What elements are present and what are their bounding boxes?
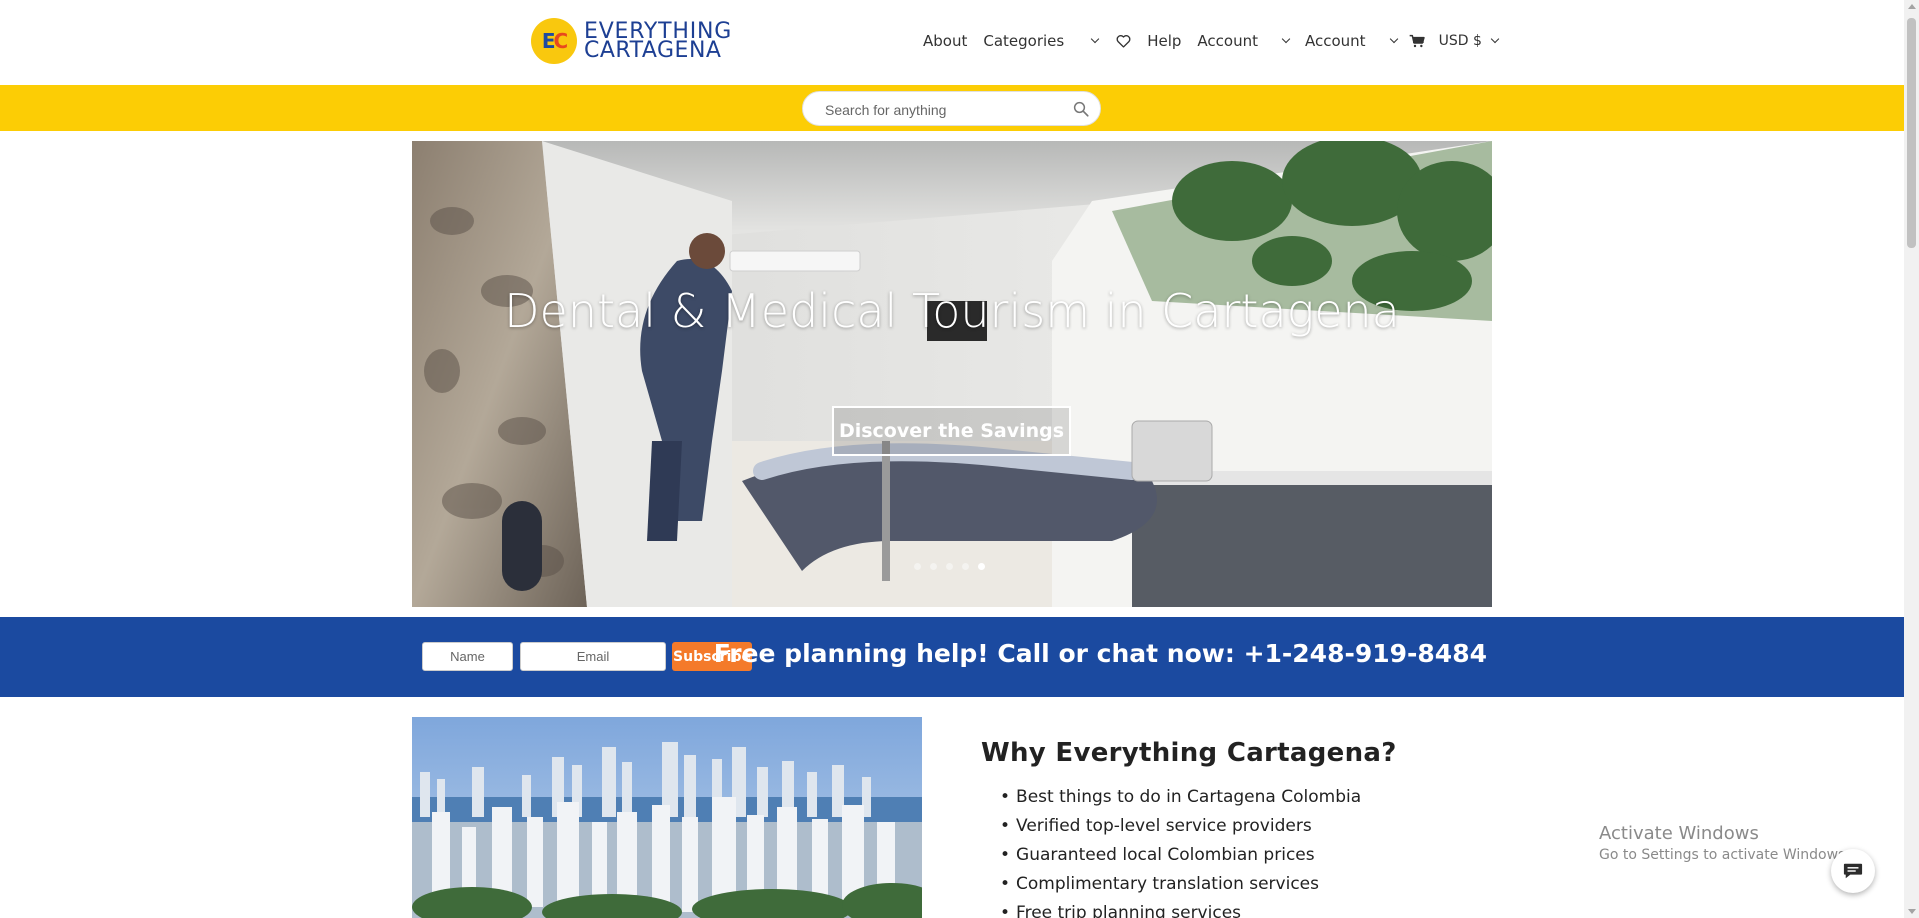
site-logo[interactable]: EC EVERYTHING CARTAGENA [531, 18, 732, 64]
nav-account-1[interactable]: Account [1197, 32, 1291, 50]
search-box [802, 91, 1101, 126]
nav-account-1-label: Account [1197, 32, 1258, 50]
why-list-item: Best things to do in Cartagena Colombia [1000, 783, 1361, 812]
why-heading: Why Everything Cartagena? [981, 738, 1397, 768]
hero-image [412, 141, 1492, 607]
skyline-illustration [412, 717, 922, 918]
heart-icon [1116, 35, 1131, 48]
scroll-down-arrow[interactable] [1908, 909, 1916, 914]
search-input[interactable] [825, 100, 1065, 120]
why-list-item: Free trip planning services [1000, 899, 1361, 918]
nav-categories[interactable]: Categories [983, 32, 1100, 50]
logo-letter-e: E [541, 29, 556, 53]
hero-slider[interactable]: Dental & Medical Tourism in Cartagena Di… [412, 141, 1492, 607]
why-list: Best things to do in Cartagena Colombia … [1000, 783, 1361, 918]
why-list-item: Verified top-level service providers [1000, 812, 1361, 841]
chat-button[interactable] [1831, 849, 1875, 893]
site-header: EC EVERYTHING CARTAGENA About Categories… [0, 0, 1904, 85]
chevron-down-icon [1490, 34, 1500, 44]
why-list-item: Complimentary translation services [1000, 870, 1361, 899]
currency-label: USD $ [1438, 33, 1482, 49]
wishlist-button[interactable] [1116, 34, 1131, 48]
logo-letter-c: C [553, 29, 568, 53]
slider-dot-active[interactable] [978, 563, 985, 570]
cartagena-skyline-image [412, 717, 922, 918]
chat-icon [1843, 863, 1863, 879]
subscribe-email-input[interactable] [520, 642, 666, 671]
slider-dot[interactable] [930, 563, 937, 570]
nav-account-2[interactable]: Account [1305, 32, 1398, 50]
page-scrollbar[interactable] [1904, 0, 1919, 918]
watermark-line-2: Go to Settings to activate Windows. [1599, 847, 1850, 863]
slider-dot[interactable] [946, 563, 953, 570]
search-icon[interactable] [1072, 100, 1090, 118]
scroll-up-arrow[interactable] [1908, 4, 1916, 9]
watermark-line-1: Activate Windows [1599, 823, 1759, 844]
currency-selector[interactable]: USD $ [1438, 33, 1500, 49]
activate-windows-watermark: Activate Windows Go to Settings to activ… [1599, 823, 1850, 863]
search-band [0, 85, 1904, 131]
slider-dots [914, 563, 985, 570]
logo-line-2: CARTAGENA [584, 38, 722, 63]
subscribe-band: Subscribe Free planning help! Call or ch… [0, 617, 1904, 697]
chevron-down-icon [1090, 34, 1100, 44]
nav-help[interactable]: Help [1147, 32, 1181, 50]
chevron-down-icon [1281, 34, 1291, 44]
logo-wordmark: EVERYTHING CARTAGENA [584, 21, 732, 63]
slider-dot[interactable] [962, 563, 969, 570]
hero-title: Dental & Medical Tourism in Cartagena [504, 284, 1400, 338]
slider-dot[interactable] [914, 563, 921, 570]
nav-about[interactable]: About [923, 32, 967, 50]
planning-help-text: Free planning help! Call or chat now: +1… [713, 639, 1487, 668]
subscribe-name-input[interactable] [422, 642, 513, 671]
cart-icon [1409, 34, 1425, 48]
logo-mark: EC [531, 18, 577, 64]
chevron-down-icon [1389, 34, 1398, 44]
discover-savings-button[interactable]: Discover the Savings [832, 406, 1071, 456]
scroll-thumb[interactable] [1907, 18, 1916, 248]
nav-categories-label: Categories [983, 32, 1065, 50]
nav-account-2-label: Account [1305, 32, 1366, 50]
main-nav: About Categories Help Account Account US… [923, 30, 1500, 52]
cart-button[interactable] [1409, 34, 1425, 48]
why-list-item: Guaranteed local Colombian prices [1000, 841, 1361, 870]
